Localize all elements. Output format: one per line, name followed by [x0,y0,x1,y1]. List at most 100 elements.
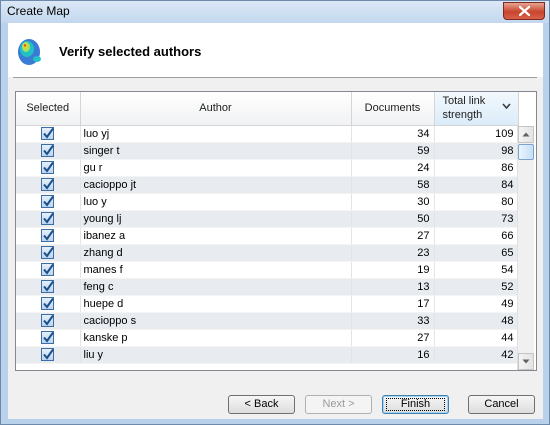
sort-descending-icon [501,103,511,110]
author-cell: luo y [80,193,352,211]
page-title: Verify selected authors [59,44,202,59]
author-cell: zhang d [80,244,352,262]
create-map-dialog: Create Map Verify selected authors Selec… [0,0,550,425]
author-cell: huepe d [80,295,352,313]
table-row[interactable]: cacioppo jt 58 84 [16,176,519,194]
documents-cell: 58 [351,176,435,194]
selected-cell [16,244,81,262]
documents-cell: 13 [351,278,435,296]
selected-checkbox[interactable] [41,229,55,242]
selected-checkbox[interactable] [41,348,55,361]
table-row[interactable]: ibanez a 27 66 [16,227,519,245]
link-strength-cell: 84 [434,176,519,194]
documents-cell: 33 [351,312,435,330]
documents-cell: 19 [351,261,435,279]
scroll-up-button[interactable] [518,126,534,143]
link-strength-cell: 65 [434,244,519,262]
author-cell: gu r [80,159,352,177]
table-row[interactable]: gu r 24 86 [16,159,519,177]
selected-checkbox[interactable] [41,280,55,293]
table-row[interactable]: zhang d 23 65 [16,244,519,262]
selected-checkbox[interactable] [41,331,55,344]
finish-button[interactable]: Finish [382,395,449,414]
selected-cell [16,210,81,228]
selected-checkbox[interactable] [41,314,55,327]
close-button[interactable] [503,2,545,20]
documents-cell: 27 [351,227,435,245]
column-header-label-line2: strength [442,109,483,122]
column-header-label-line1: Total link [442,95,486,108]
selected-checkbox[interactable] [41,246,55,259]
checkmark-icon [43,297,55,309]
table-row[interactable]: luo yj 34 109 [16,125,519,143]
checkmark-icon [43,127,55,139]
author-cell: feng c [80,278,352,296]
checkmark-icon [43,246,55,258]
link-strength-cell: 42 [434,346,519,364]
checkmark-icon [43,195,55,207]
column-header-selected[interactable]: Selected [16,92,81,126]
selected-cell [16,295,81,313]
author-cell: luo yj [80,125,352,143]
table-row[interactable]: young lj 50 73 [16,210,519,228]
selected-checkbox[interactable] [41,127,55,140]
documents-cell: 34 [351,125,435,143]
author-cell: manes f [80,261,352,279]
scroll-thumb[interactable] [518,144,534,160]
selected-checkbox[interactable] [41,297,55,310]
checkmark-icon [43,280,55,292]
wizard-header: Verify selected authors [8,23,543,77]
table-row[interactable]: liu y 16 42 [16,346,519,364]
close-icon [519,6,530,16]
checkmark-icon [43,212,55,224]
selected-cell [16,142,81,160]
checkmark-icon [43,331,55,343]
link-strength-cell: 54 [434,261,519,279]
selected-cell [16,159,81,177]
selected-cell [16,278,81,296]
selected-checkbox[interactable] [41,161,55,174]
table-row[interactable]: singer t 59 98 [16,142,519,160]
title-bar[interactable]: Create Map [1,1,549,23]
window-title: Create Map [7,4,70,18]
author-cell: young lj [80,210,352,228]
selected-checkbox[interactable] [41,212,55,225]
next-button[interactable]: Next > [305,395,372,414]
selected-cell [16,329,81,347]
selected-cell [16,227,81,245]
selected-checkbox[interactable] [41,263,55,276]
documents-cell: 27 [351,329,435,347]
selected-checkbox[interactable] [41,178,55,191]
documents-cell: 17 [351,295,435,313]
link-strength-cell: 73 [434,210,519,228]
selected-cell [16,261,81,279]
documents-cell: 59 [351,142,435,160]
table-row[interactable]: feng c 13 52 [16,278,519,296]
arrow-down-icon [522,359,530,364]
table-row[interactable]: kanske p 27 44 [16,329,519,347]
column-header-total-link-strength[interactable]: Total link strength [434,92,519,126]
selected-cell [16,346,81,364]
checkmark-icon [43,161,55,173]
table-row[interactable]: huepe d 17 49 [16,295,519,313]
documents-cell: 24 [351,159,435,177]
column-header-author[interactable]: Author [80,92,352,126]
table-row[interactable]: luo y 30 80 [16,193,519,211]
selected-cell [16,312,81,330]
scroll-down-button[interactable] [518,353,534,370]
author-cell: ibanez a [80,227,352,245]
arrow-up-icon [522,132,530,137]
focus-rectangle [386,398,445,411]
header-divider [13,77,537,78]
checkmark-icon [43,144,55,156]
selected-checkbox[interactable] [41,195,55,208]
link-strength-cell: 98 [434,142,519,160]
column-header-documents[interactable]: Documents [351,92,435,126]
selected-checkbox[interactable] [41,144,55,157]
cancel-button[interactable]: Cancel [468,395,535,414]
authors-table: Selected Author Documents Total link str… [15,91,537,371]
table-row[interactable]: cacioppo s 33 48 [16,312,519,330]
vertical-scrollbar[interactable] [517,126,534,370]
table-row[interactable]: manes f 19 54 [16,261,519,279]
back-button[interactable]: < Back [228,395,295,414]
